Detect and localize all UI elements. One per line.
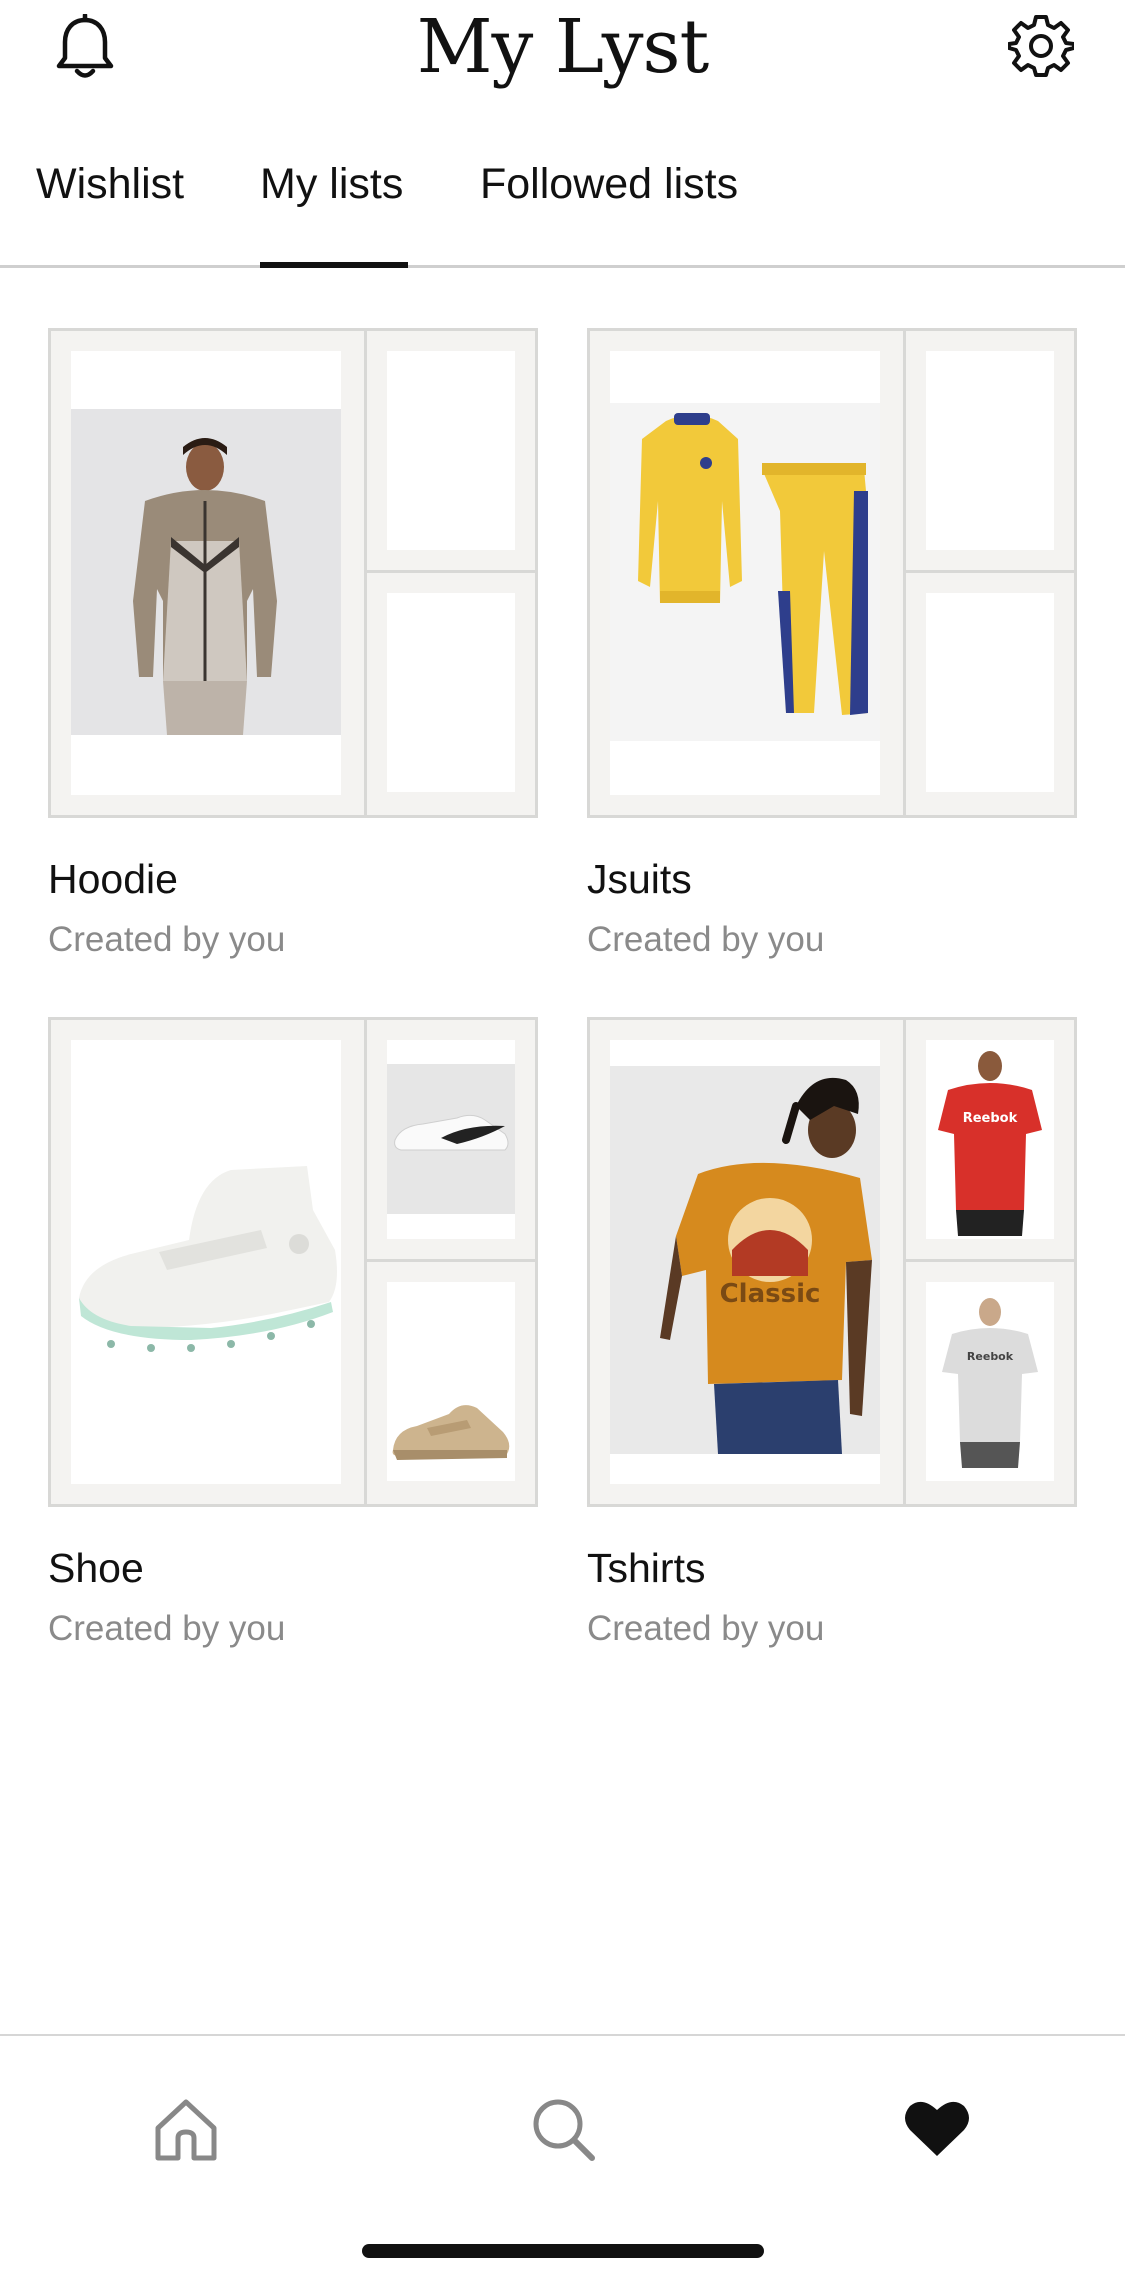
heart-icon[interactable] <box>904 2098 970 2158</box>
hoodie-tracksuit-image <box>71 351 341 795</box>
list-name[interactable]: Shoe <box>48 1545 144 1592</box>
list-collage[interactable]: Classic Reebok Reebok <box>587 1017 1077 1507</box>
red-tshirt-image: Reebok <box>926 1040 1054 1239</box>
collage-slot-top <box>367 1020 535 1262</box>
page-title: My Lyst <box>416 4 709 90</box>
empty-thumbnail <box>926 351 1054 550</box>
svg-text:Classic: Classic <box>720 1279 821 1309</box>
home-indicator <box>362 2244 764 2258</box>
app-header: My Lyst <box>0 0 1125 110</box>
empty-thumbnail <box>387 593 515 792</box>
collage-main-slot <box>51 1020 367 1504</box>
list-owner: Created by you <box>587 1609 825 1648</box>
collage-slot-top: Reebok <box>906 1020 1074 1262</box>
tab-wishlist[interactable]: Wishlist <box>36 160 184 209</box>
grey-tshirt-image: Reebok <box>926 1282 1054 1481</box>
list-collage[interactable] <box>48 328 538 818</box>
empty-thumbnail <box>926 593 1054 792</box>
collage-main-slot <box>590 331 906 815</box>
empty-thumbnail <box>387 351 515 550</box>
list-owner: Created by you <box>48 920 286 959</box>
white-golf-shoe-image <box>71 1040 341 1484</box>
collage-slot-bottom <box>367 1262 535 1504</box>
tab-bar: Wishlist My lists Followed lists <box>0 150 1125 268</box>
list-collage[interactable] <box>587 328 1077 818</box>
tab-followed-lists[interactable]: Followed lists <box>480 160 738 209</box>
active-tab-indicator <box>260 262 408 268</box>
collage-slot-bottom: Reebok <box>906 1262 1074 1504</box>
list-name[interactable]: Hoodie <box>48 856 178 903</box>
svg-text:Reebok: Reebok <box>963 1111 1018 1126</box>
list-owner: Created by you <box>587 920 825 959</box>
yellow-tracksuit-image <box>610 351 880 795</box>
list-name[interactable]: Jsuits <box>587 856 692 903</box>
home-icon[interactable] <box>154 2098 218 2162</box>
list-name[interactable]: Tshirts <box>587 1545 705 1592</box>
list-owner: Created by you <box>48 1609 286 1648</box>
list-collage[interactable] <box>48 1017 538 1507</box>
svg-text:Reebok: Reebok <box>967 1350 1014 1363</box>
tab-my-lists[interactable]: My lists <box>260 160 403 209</box>
collage-slot-bottom <box>367 573 535 815</box>
collage-slot-top <box>367 331 535 573</box>
collage-slot-bottom <box>906 573 1074 815</box>
collage-slot-top <box>906 331 1074 573</box>
collage-main-slot <box>51 331 367 815</box>
beige-sneaker-image <box>387 1282 515 1481</box>
gear-icon[interactable] <box>1007 13 1076 79</box>
white-sneaker-image <box>387 1040 515 1239</box>
mustard-tshirt-image: Classic <box>610 1040 880 1484</box>
search-icon[interactable] <box>530 2096 596 2162</box>
collage-main-slot: Classic <box>590 1020 906 1504</box>
